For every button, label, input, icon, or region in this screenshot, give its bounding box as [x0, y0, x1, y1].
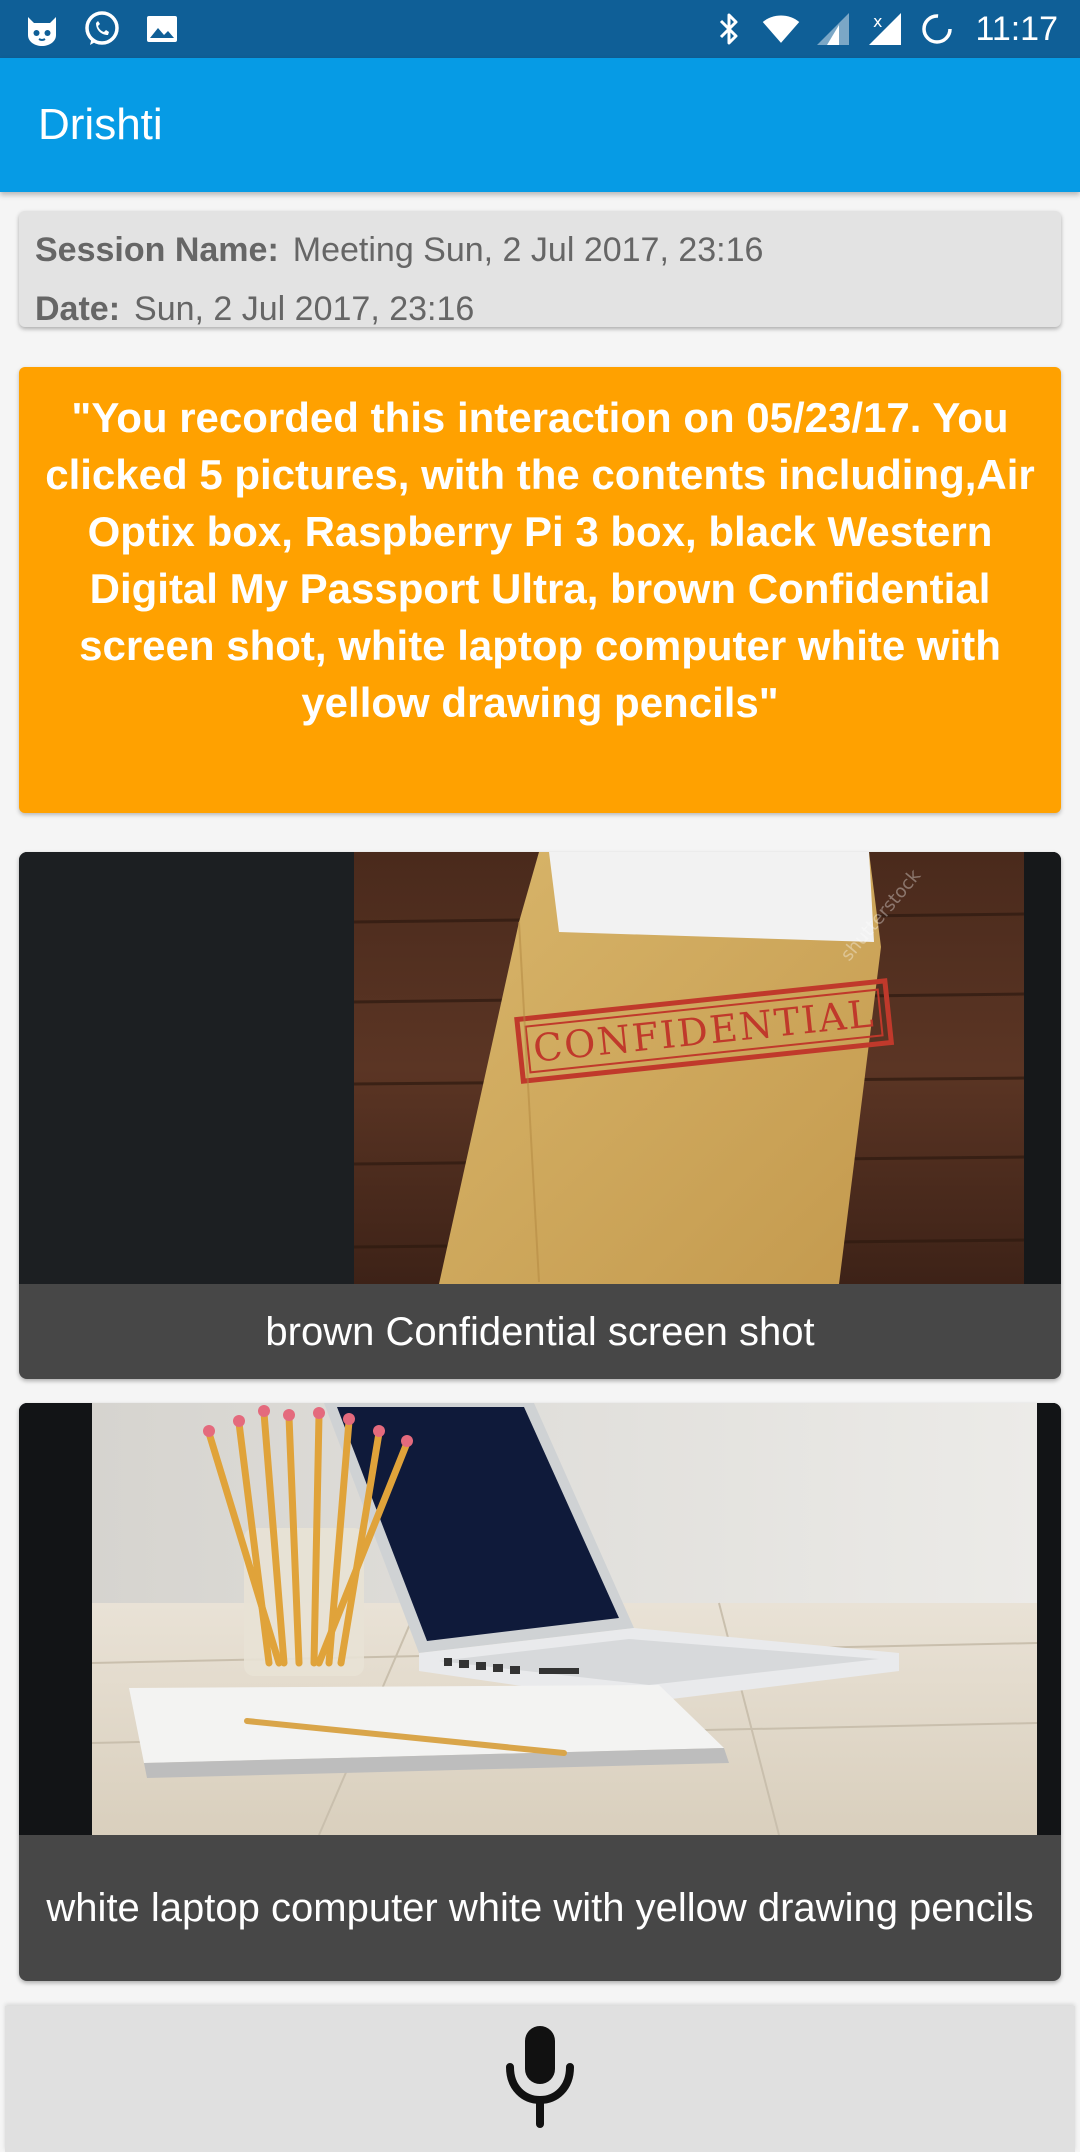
signal-no-sim-icon: x — [865, 9, 905, 49]
app-bar: Drishti — [0, 58, 1080, 192]
photo-caption: brown Confidential screen shot — [265, 1309, 815, 1354]
app-title: Drishti — [38, 100, 163, 149]
session-name-row: Session Name: Meeting Sun, 2 Jul 2017, 23… — [35, 221, 1045, 280]
photo-caption: white laptop computer white with yellow … — [46, 1886, 1034, 1930]
confidential-photo: CONFIDENTIAL shutterstock — [19, 852, 1061, 1284]
wifi-icon — [761, 9, 801, 49]
summary-card: "You recorded this interaction on 05/23/… — [19, 367, 1061, 813]
status-system-icons: x 11:17 — [709, 9, 1058, 49]
photo-card-confidential[interactable]: CONFIDENTIAL shutterstock brown Confiden… — [19, 852, 1061, 1379]
status-bar: x 11:17 — [0, 0, 1080, 58]
session-date-value: Sun, 2 Jul 2017, 23:16 — [134, 290, 475, 328]
battery-charging-icon — [917, 9, 957, 49]
session-date-row: Date: Sun, 2 Jul 2017, 23:16 — [35, 280, 1045, 339]
signal-icon — [813, 9, 853, 49]
status-notification-icons — [22, 9, 182, 49]
summary-text: "You recorded this interaction on 05/23/… — [45, 394, 1035, 726]
session-name-value: Meeting Sun, 2 Jul 2017, 23:16 — [292, 231, 764, 269]
session-date-label: Date: — [35, 290, 121, 328]
whatsapp-icon — [82, 9, 122, 49]
bluetooth-icon — [709, 9, 749, 49]
status-time: 11:17 — [975, 9, 1058, 48]
photo-card-laptop[interactable]: white laptop computer white with yellow … — [19, 1403, 1061, 1981]
laptop-photo — [19, 1403, 1061, 1835]
svg-text:x: x — [873, 12, 882, 31]
voice-input-bar — [5, 2006, 1075, 2152]
gallery-icon — [142, 9, 182, 49]
cat-notification-icon — [22, 9, 62, 49]
microphone-icon[interactable] — [495, 2022, 585, 2137]
session-info-card: Session Name: Meeting Sun, 2 Jul 2017, 23… — [19, 211, 1061, 328]
session-name-label: Session Name: — [35, 231, 279, 269]
